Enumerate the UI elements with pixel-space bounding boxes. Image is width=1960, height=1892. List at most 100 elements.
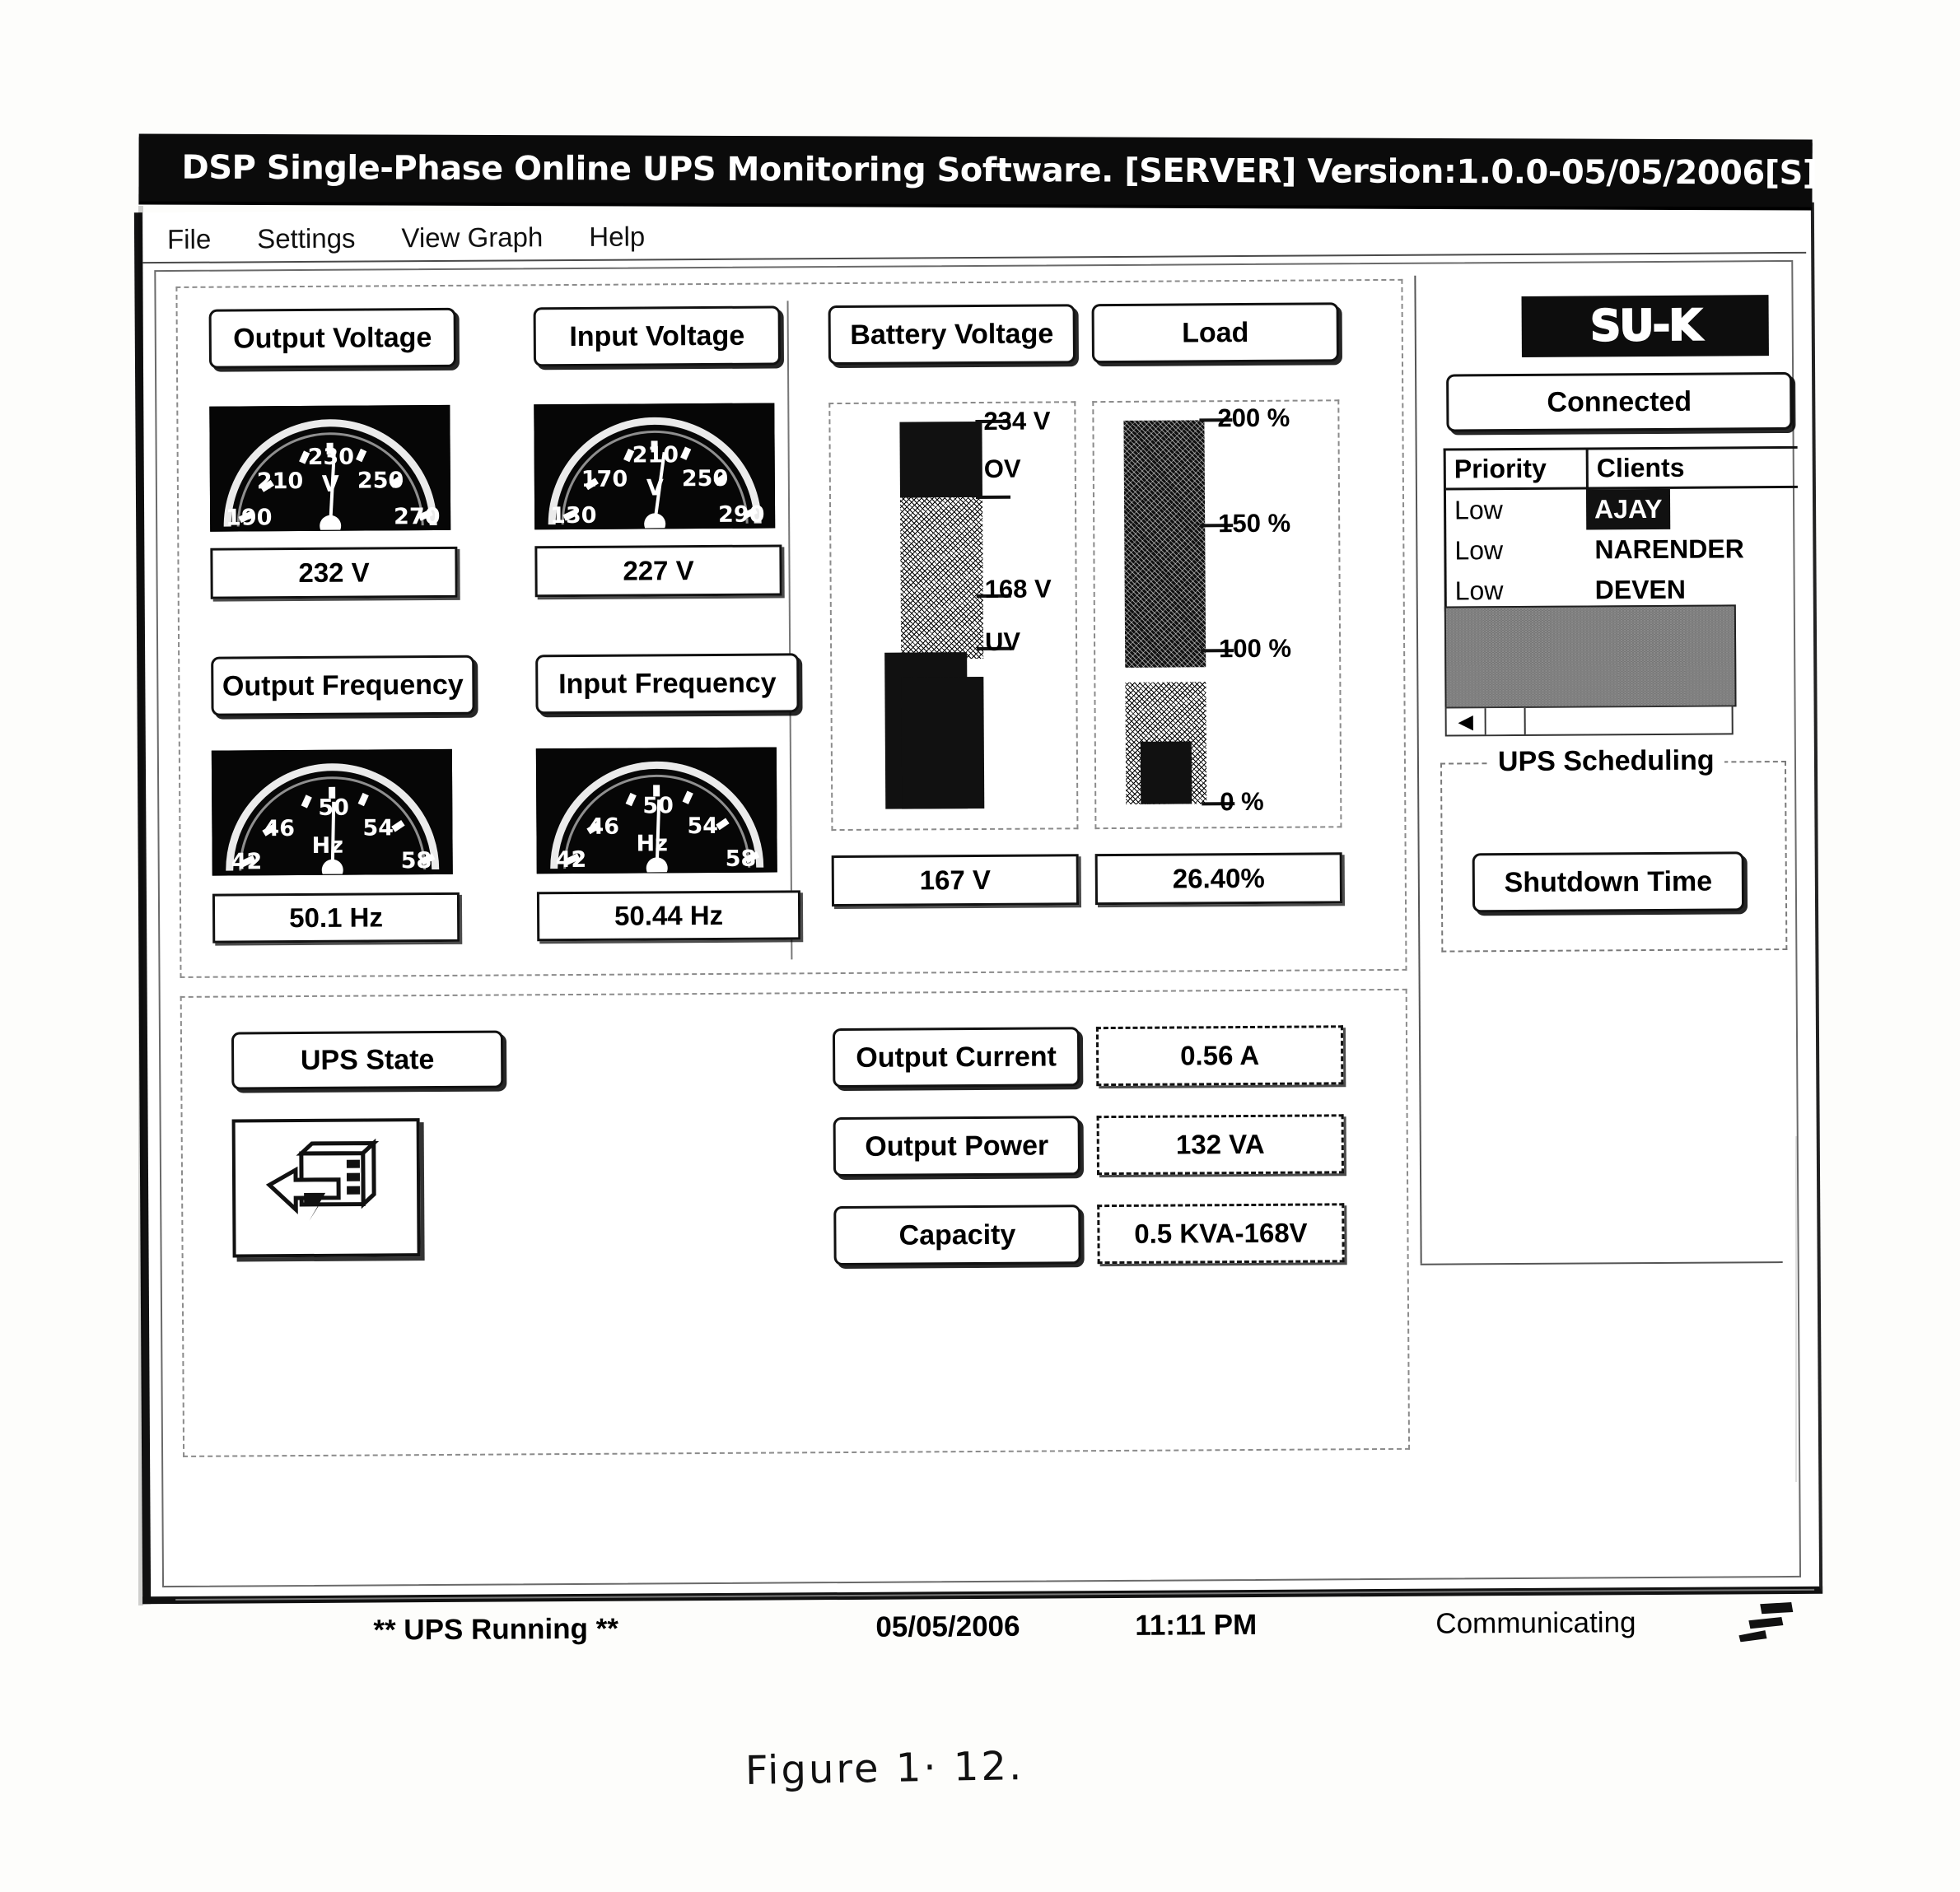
load-bargraph: 200 % 150 % 100 % 0 % xyxy=(1092,399,1342,830)
scan-artifact xyxy=(1795,1136,1797,1482)
battery-label-uv: UV xyxy=(984,627,1021,656)
scanned-page: DSP Single-Phase Online UPS Monitoring S… xyxy=(0,0,1960,1892)
output-frequency-meter: Output Frequency 42 46 54 58 Hz 50.1 Hz xyxy=(211,655,476,944)
svg-text:210: 210 xyxy=(632,442,679,468)
application-window: DSP Single-Phase Online UPS Monitoring S… xyxy=(133,133,1823,1663)
battery-tick-ov xyxy=(975,495,1010,500)
output-voltage-gauge: 190 210 230 250 270 V xyxy=(209,404,451,532)
battery-voltage-meter: Battery Voltage 234 V OV 168 V UV 167 V xyxy=(828,304,1080,907)
svg-text:42: 42 xyxy=(556,847,587,873)
status-running: ** UPS Running ** xyxy=(373,1612,619,1647)
load-meter: Load 200 % 150 % 100 % 0 % 26.40% xyxy=(1091,302,1343,906)
column-header-clients: Clients xyxy=(1596,452,1685,483)
svg-text:250: 250 xyxy=(357,468,404,493)
load-label: Load xyxy=(1091,302,1339,364)
output-frequency-label: Output Frequency xyxy=(211,655,475,716)
clients-table-header: Priority Clients xyxy=(1445,448,1798,491)
battery-voltage-value: 167 V xyxy=(831,854,1080,907)
menu-item-settings[interactable]: Settings xyxy=(257,223,355,255)
status-bar: ** UPS Running ** 05/05/2006 11:11 PM Co… xyxy=(175,1588,1815,1663)
table-row[interactable]: Low NARENDER xyxy=(1446,529,1798,571)
svg-text:58: 58 xyxy=(726,846,757,872)
horizontal-scrollbar[interactable]: ◀ xyxy=(1444,705,1734,737)
input-voltage-gauge: 130 170 210 250 290 V xyxy=(534,403,776,530)
ups-state-label: UPS State xyxy=(231,1030,504,1090)
svg-text:42: 42 xyxy=(231,849,263,874)
input-voltage-label: Input Voltage xyxy=(533,305,782,367)
battery-over-zone xyxy=(899,421,982,498)
input-voltage-value: 227 V xyxy=(534,544,782,598)
menu-item-file[interactable]: File xyxy=(167,224,211,255)
capacity-label: Capacity xyxy=(833,1205,1081,1266)
client-list-area[interactable] xyxy=(1444,604,1737,709)
svg-text:190: 190 xyxy=(226,505,273,530)
menu-bar: File Settings View Graph Help xyxy=(142,207,1807,264)
capacity-value: 0.5 KVA-168V xyxy=(1097,1203,1345,1265)
logo-text: SU-K xyxy=(1589,301,1701,352)
output-frequency-value: 50.1 Hz xyxy=(212,892,460,944)
input-frequency-value: 50.44 Hz xyxy=(536,890,801,942)
battery-label-234: 234 V xyxy=(983,406,1051,436)
svg-text:46: 46 xyxy=(264,816,295,841)
load-level-fill xyxy=(1140,741,1192,804)
load-value: 26.40% xyxy=(1094,852,1343,906)
battery-voltage-label: Battery Voltage xyxy=(828,304,1076,366)
output-power-value: 132 VA xyxy=(1096,1114,1345,1176)
client-area: Output Voltage 190 210 230 250 270 V 232… xyxy=(154,259,1815,1663)
svg-text:54: 54 xyxy=(687,813,718,839)
triangle-left-icon[interactable]: ◀ xyxy=(1446,708,1486,735)
battery-voltage-bargraph: 234 V OV 168 V UV xyxy=(828,401,1079,832)
load-label-200: 200 % xyxy=(1217,403,1290,433)
output-voltage-meter: Output Voltage 190 210 230 250 270 V 232… xyxy=(208,307,458,599)
svg-text:46: 46 xyxy=(588,814,619,840)
signal-icon xyxy=(1732,1595,1798,1648)
load-label-150: 150 % xyxy=(1218,508,1291,538)
output-current-label: Output Current xyxy=(832,1027,1080,1088)
svg-text:54: 54 xyxy=(362,815,394,841)
output-frequency-gauge: 42 46 50 54 58 Hz xyxy=(211,748,453,876)
table-row[interactable]: Low AJAY xyxy=(1446,488,1798,531)
scrollbar-thumb[interactable] xyxy=(1486,707,1526,735)
svg-text:250: 250 xyxy=(682,466,729,492)
input-frequency-label: Input Frequency xyxy=(535,653,800,715)
status-date: 05/05/2006 xyxy=(875,1610,1020,1643)
svg-text:210: 210 xyxy=(257,468,304,494)
input-frequency-meter: Input Frequency 42 46 54 58 Hz 50.44 Hz xyxy=(535,653,801,942)
connection-status: Connected xyxy=(1446,371,1793,432)
input-frequency-gauge: 42 46 50 54 58 Hz xyxy=(535,747,777,874)
output-voltage-label: Output Voltage xyxy=(208,307,457,369)
output-current-value: 0.56 A xyxy=(1095,1025,1344,1087)
menu-item-help[interactable]: Help xyxy=(589,221,645,252)
menu-item-view-graph[interactable]: View Graph xyxy=(401,221,543,254)
cell-priority: Low xyxy=(1454,495,1503,525)
panel-divider xyxy=(1414,275,1422,1264)
status-time: 11:11 PM xyxy=(1135,1608,1258,1642)
status-comm: Communicating xyxy=(1435,1606,1636,1640)
ups-unit-icon xyxy=(231,1118,421,1258)
svg-text:Hz: Hz xyxy=(311,833,343,859)
sukam-logo: SU-K xyxy=(1521,295,1769,357)
battery-nominal-zone xyxy=(899,496,984,659)
load-label-100: 100 % xyxy=(1219,633,1292,664)
column-header-priority: Priority xyxy=(1445,450,1589,488)
load-upper-scale-body xyxy=(1123,420,1206,668)
svg-text:130: 130 xyxy=(550,503,597,529)
input-voltage-meter: Input Voltage 130 170 210 250 290 V 227 … xyxy=(533,305,782,598)
scan-artifact xyxy=(138,206,143,1605)
svg-text:Hz: Hz xyxy=(636,831,668,856)
load-label-0: 0 % xyxy=(1220,786,1264,817)
cell-priority: Low xyxy=(1454,535,1504,566)
svg-text:290: 290 xyxy=(718,502,765,528)
figure-caption: Figure 1· 12. xyxy=(744,1743,1024,1794)
cell-client: AJAY xyxy=(1585,488,1671,530)
battery-label-ov: OV xyxy=(983,454,1021,483)
right-panel: SU-K Connected Priority Clients Low AJAY… xyxy=(1424,277,1799,1456)
svg-text:230: 230 xyxy=(308,445,355,470)
ups-scheduling-title: UPS Scheduling xyxy=(1487,744,1724,779)
ups-status-group: UPS State Output Current 0.56 A Output P… xyxy=(180,988,1411,1457)
meters-group: Output Voltage 190 210 230 250 270 V 232… xyxy=(175,278,1407,978)
shutdown-time-button[interactable]: Shutdown Time xyxy=(1472,851,1745,913)
clients-table: Priority Clients Low AJAY Low NARENDER L… xyxy=(1443,445,1799,612)
output-voltage-value: 232 V xyxy=(210,546,458,599)
window-title-bar: DSP Single-Phase Online UPS Monitoring S… xyxy=(138,133,1818,207)
